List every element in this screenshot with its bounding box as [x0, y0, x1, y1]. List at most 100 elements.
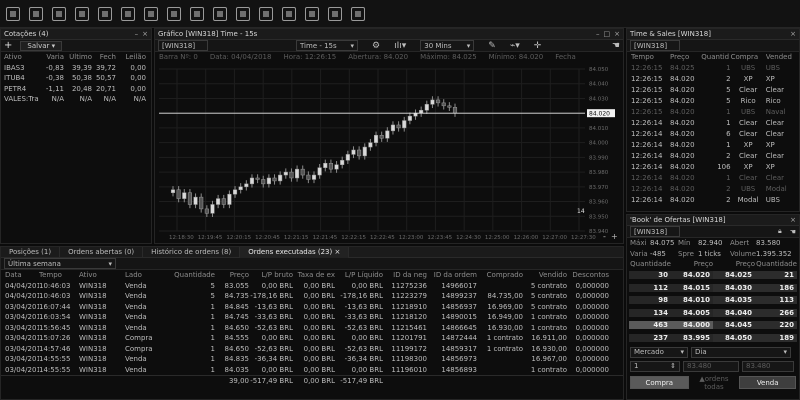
- close-icon[interactable]: ×: [790, 216, 796, 224]
- bid-price: 84.010: [671, 296, 713, 305]
- stat-key: Mín: [678, 239, 691, 248]
- price-field[interactable]: 83.480: [683, 360, 739, 372]
- bullet-list-icon[interactable]: [236, 6, 250, 21]
- cart-edit-icon[interactable]: [190, 6, 204, 21]
- lock-icon[interactable]: 🔒︎: [778, 227, 782, 236]
- briefcase-icon[interactable]: [121, 6, 135, 21]
- price-field-2[interactable]: 83.480: [742, 360, 794, 372]
- close-icon[interactable]: ×: [142, 30, 148, 38]
- close-icon[interactable]: ×: [334, 248, 340, 256]
- table-cell: WIN318: [79, 344, 107, 353]
- price-chart[interactable]: 84.050 84.040 84.030 84.020 84.010 84.000 83.9…: [155, 63, 623, 243]
- interval-select[interactable]: 30 Mins ▾: [420, 40, 475, 51]
- hand-icon[interactable]: ☚: [790, 228, 796, 236]
- table-cell: 5: [210, 292, 215, 301]
- id-card-icon[interactable]: [259, 6, 273, 21]
- pen-icon[interactable]: ✎: [488, 41, 496, 51]
- tab-order-history[interactable]: Histórico de ordens (8): [143, 247, 241, 258]
- monitor-icon[interactable]: [98, 6, 112, 21]
- book-row[interactable]: 98 84.010 84.035 113: [629, 295, 797, 307]
- zoom-icon: +: [611, 232, 618, 241]
- table-row[interactable]: 04/04/201810:46:03 WIN318 Venda 5 83.055 0,00…: [1, 281, 623, 292]
- table-row[interactable]: 03/04/201814:57:46 WIN318 Compra 1 84.650 -52…: [1, 344, 623, 355]
- book-row[interactable]: 463 84.000 84.045 220: [629, 320, 797, 332]
- book-row[interactable]: 112 84.015 84.030 186: [629, 282, 797, 294]
- table-cell: Venda: [125, 313, 147, 322]
- x-tick-label: 12:21:45: [313, 235, 338, 241]
- maximize-icon[interactable]: □: [604, 30, 611, 38]
- table-cell: Venda: [125, 302, 147, 311]
- validity-select[interactable]: Dia ▾: [691, 346, 791, 358]
- period-filter-select[interactable]: Última semana ▾: [4, 258, 116, 269]
- table-row[interactable]: 03/04/201814:55:55 WIN318 Venda 1 84.835 -36,…: [1, 354, 623, 365]
- add-icon[interactable]: +: [4, 40, 12, 51]
- book-symbol-select[interactable]: [WIN318]: [630, 226, 680, 237]
- ts-row: 12:26:14 84.020 106 XP XP: [627, 162, 799, 173]
- timeframe-select[interactable]: Time - 15s ▾: [296, 40, 358, 51]
- info-bar: Barra Nº: 0: [159, 53, 198, 62]
- x-tick-label: 12:24:30: [456, 235, 481, 241]
- chart-symbol-select[interactable]: [WIN318]: [158, 40, 208, 51]
- table-cell: 0,00 BRL: [303, 365, 335, 374]
- x-tick-label: 12:19:45: [198, 235, 223, 241]
- gear-icon[interactable]: ⚙: [372, 41, 380, 51]
- list-icon[interactable]: [213, 6, 227, 21]
- wrench-icon[interactable]: [351, 6, 365, 21]
- stepper-icon[interactable]: ⇕: [670, 362, 676, 370]
- quote-row[interactable]: ITUB4 -0,38 50,38 50,57 0,00: [1, 73, 151, 84]
- table-row[interactable]: 03/04/201815:56:45 WIN318 Venda 1 84.650 -52,…: [1, 323, 623, 334]
- period-filter-label: Última semana: [8, 259, 61, 268]
- calculator-icon[interactable]: [328, 6, 342, 21]
- quote-row[interactable]: PETR4 -1,11 20,48 20,71 0,00: [1, 84, 151, 95]
- crosshair-icon[interactable]: ✛: [534, 41, 542, 51]
- table-cell: 03/04/2018: [5, 365, 39, 374]
- minimize-icon[interactable]: –: [596, 30, 600, 38]
- book-row[interactable]: 237 83.995 84.050 189: [629, 332, 797, 344]
- minimize-icon[interactable]: –: [135, 30, 139, 38]
- tab-positions[interactable]: Posições (1): [1, 247, 61, 258]
- bid-price: 84.000: [671, 321, 713, 330]
- cart-plus-icon[interactable]: [167, 6, 181, 21]
- sell-button[interactable]: Venda: [739, 376, 796, 389]
- table-row[interactable]: 04/04/201810:46:03WIN318Venda584.735-178…: [1, 291, 623, 302]
- hand-icon[interactable]: ☚: [612, 41, 620, 51]
- save-button[interactable]: Salvar ▾: [20, 40, 63, 51]
- quote-var: -0,83: [45, 63, 64, 72]
- book-row[interactable]: 134 84.005 84.040 266: [629, 307, 797, 319]
- calendar-icon[interactable]: [52, 6, 66, 21]
- order-type-select[interactable]: Mercado ▾: [630, 346, 688, 358]
- table-row[interactable]: 03/04/201814:55:55 WIN318 Venda 1 84.035 0,00…: [1, 365, 623, 376]
- table-cell: 83.055: [224, 281, 250, 290]
- close-icon[interactable]: ×: [790, 30, 796, 38]
- news-icon[interactable]: [305, 6, 319, 21]
- ts-time: 12:26:15: [631, 75, 663, 83]
- close-icon[interactable]: ×: [614, 30, 620, 38]
- tab-executed-orders[interactable]: Ordens executadas (23) ×: [240, 247, 350, 258]
- table-row[interactable]: 03/04/201815:07:26 WIN318 Compra 1 84.555 0,0…: [1, 333, 623, 344]
- table-row[interactable]: 03/04/201816:03:54 WIN318 Venda 1 84.745 -33,…: [1, 312, 623, 323]
- y-tick-label: 84.040: [589, 81, 609, 87]
- ts-time: 12:26:14: [631, 163, 663, 171]
- table-cell: 03/04/2018: [5, 323, 39, 332]
- clipboard-icon[interactable]: [6, 6, 20, 21]
- tab-open-orders[interactable]: Ordens abertas (0): [60, 247, 144, 258]
- buy-button[interactable]: Compra: [630, 376, 689, 389]
- draw-tools-icon[interactable]: ⌁▾: [510, 41, 520, 51]
- quantity-field[interactable]: 1 ⇕: [630, 360, 680, 372]
- grid-icon[interactable]: [75, 6, 89, 21]
- candles-icon[interactable]: ıIı▾: [394, 41, 406, 51]
- table-icon[interactable]: [282, 6, 296, 21]
- quote-row[interactable]: VALES:Tra N/A N/A N/A N/A: [1, 94, 151, 105]
- ts-symbol-select[interactable]: [WIN318]: [630, 40, 680, 51]
- table-cell: 0,00 BRL: [351, 281, 383, 290]
- col-asset: Ativo: [4, 53, 22, 62]
- times-sales-panel: Time & Sales [WIN318] × [WIN318] Tempo P…: [626, 28, 800, 212]
- x-tick-label: 12:23:00: [399, 235, 424, 241]
- quote-asset: PETR4: [4, 84, 27, 93]
- clipboard-list-icon[interactable]: [29, 6, 43, 21]
- book-row[interactable]: 30 84.020 84.025 21: [629, 270, 797, 282]
- table-cell: 0,00 BRL: [303, 355, 335, 364]
- quote-row[interactable]: IBAS3 -0,83 39,39 39,72 0,00: [1, 63, 151, 74]
- table-row[interactable]: 03/04/201816:07:44 WIN318 Venda 1 84.845 -13,…: [1, 302, 623, 313]
- cart-icon[interactable]: [144, 6, 158, 21]
